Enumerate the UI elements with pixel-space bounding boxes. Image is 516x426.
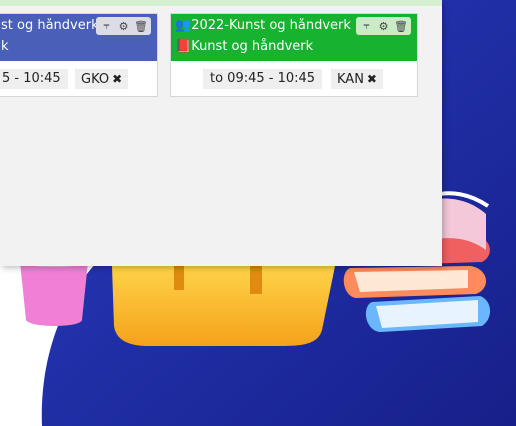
teacher-tag-label: GKO <box>81 72 110 87</box>
class-card-kan[interactable]: 👥2022-Kunst og håndverk 3 📕Kunst og hånd… <box>170 13 418 97</box>
time-slot: to 09:45 - 10:45 <box>203 69 323 89</box>
card-controls: ⫧ ⚙ 🗑 <box>96 17 151 35</box>
double-chevron-down-icon[interactable]: ⫧ <box>360 19 373 33</box>
double-chevron-down-icon[interactable]: ⫧ <box>100 19 113 33</box>
remove-teacher-icon[interactable]: ✖ <box>112 72 122 86</box>
pink-cup-illustration <box>20 257 88 326</box>
trash-icon[interactable]: 🗑 <box>394 20 408 33</box>
class-card-footer: to 09:45 - 10:45 KAN ✖ <box>171 61 417 97</box>
class-card-title: st og håndverk 2 <box>1 18 103 33</box>
gear-icon[interactable]: ⚙ <box>117 20 130 33</box>
class-card-header: st og håndverk 2 k ⫧ ⚙ 🗑 <box>0 14 157 61</box>
class-card-subject-text: Kunst og håndverk <box>191 39 314 54</box>
trash-icon[interactable]: 🗑 <box>134 20 148 33</box>
class-card-header: 👥2022-Kunst og håndverk 3 📕Kunst og hånd… <box>171 14 417 61</box>
backpack-illustration <box>112 264 335 346</box>
group-icon: 👥 <box>175 18 192 33</box>
class-card-footer: 5 - 10:45 GKO ✖ <box>0 61 157 97</box>
class-card-title-text: 2022-Kunst og håndverk 3 <box>191 18 359 33</box>
teacher-tag: GKO ✖ <box>75 69 129 89</box>
class-card-gko[interactable]: st og håndverk 2 k ⫧ ⚙ 🗑 5 - 10:45 GKO ✖ <box>0 13 158 97</box>
teacher-tag: KAN ✖ <box>331 69 383 89</box>
book-icon: 📕 <box>175 39 192 54</box>
schedule-panel: st og håndverk 2 k ⫧ ⚙ 🗑 5 - 10:45 GKO ✖ … <box>0 0 442 266</box>
panel-top-strip <box>0 0 442 6</box>
remove-teacher-icon[interactable]: ✖ <box>367 72 377 86</box>
gear-icon[interactable]: ⚙ <box>377 20 390 33</box>
class-card-subject: k <box>1 39 9 54</box>
time-slot: 5 - 10:45 <box>0 69 68 89</box>
card-controls: ⫧ ⚙ 🗑 <box>356 17 411 35</box>
class-card-subject: 📕Kunst og håndverk <box>175 39 313 54</box>
class-card-title: 👥2022-Kunst og håndverk 3 <box>175 18 359 33</box>
teacher-tag-label: KAN <box>337 72 364 87</box>
